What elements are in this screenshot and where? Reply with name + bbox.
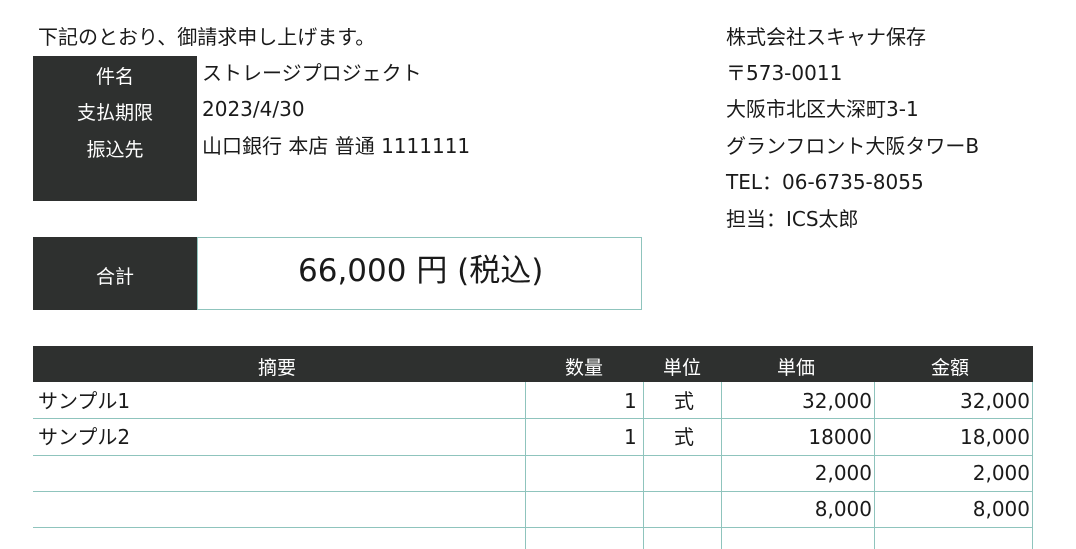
row-unit-price: 32,000 xyxy=(802,389,872,413)
row-description: サンプル2 xyxy=(38,425,131,449)
row-unit-price: 2,000 xyxy=(814,461,872,485)
table-column-divider xyxy=(874,382,875,549)
table-row-divider xyxy=(33,491,1033,492)
row-amount: 8,000 xyxy=(972,497,1030,521)
sender-address1: 大阪市北区大深町3-1 xyxy=(726,97,919,121)
info-value-due-date: 2023/4/30 xyxy=(202,97,305,121)
info-label-bank: 振込先 xyxy=(86,139,144,161)
sender-company: 株式会社スキャナ保存 xyxy=(726,25,926,49)
total-amount: 66,000 円 (税込) xyxy=(298,253,544,289)
table-column-divider xyxy=(1032,382,1033,549)
table-column-divider xyxy=(525,382,526,549)
table-row-divider xyxy=(33,418,1033,419)
sender-postal: 〒573-0011 xyxy=(726,61,843,85)
row-quantity: 1 xyxy=(624,389,637,413)
row-unit: 式 xyxy=(674,425,694,449)
total-label: 合計 xyxy=(95,266,134,288)
row-quantity: 1 xyxy=(624,425,637,449)
header-amount: 金額 xyxy=(931,357,970,379)
table-header-row xyxy=(33,346,1033,382)
sender-address2: グランフロント大阪タワーB xyxy=(726,134,980,158)
info-label-subject: 件名 xyxy=(95,66,134,88)
row-amount: 18,000 xyxy=(960,425,1030,449)
sender-tel: TEL：06-6735-8055 xyxy=(726,170,924,194)
sender-contact: 担当：ICS太郎 xyxy=(726,207,859,231)
row-unit-price: 18000 xyxy=(808,425,872,449)
intro-text: 下記のとおり、御請求申し上げます。 xyxy=(38,25,376,49)
table-column-divider xyxy=(643,382,644,549)
header-unit: 単位 xyxy=(663,357,702,379)
row-unit-price: 8,000 xyxy=(814,497,872,521)
info-label-due-date: 支払期限 xyxy=(76,102,153,124)
table-row-divider xyxy=(33,455,1033,456)
header-description: 摘要 xyxy=(258,357,297,379)
table-column-divider xyxy=(721,382,722,549)
row-description: サンプル1 xyxy=(38,389,131,413)
table-row-divider xyxy=(33,527,1033,528)
row-amount: 32,000 xyxy=(960,389,1030,413)
row-amount: 2,000 xyxy=(972,461,1030,485)
header-unit-price: 単価 xyxy=(777,357,816,379)
info-value-bank: 山口銀行 本店 普通 1111111 xyxy=(202,134,471,158)
info-value-subject: ストレージプロジェクト xyxy=(202,61,422,85)
header-quantity: 数量 xyxy=(565,357,604,379)
row-unit: 式 xyxy=(674,389,694,413)
